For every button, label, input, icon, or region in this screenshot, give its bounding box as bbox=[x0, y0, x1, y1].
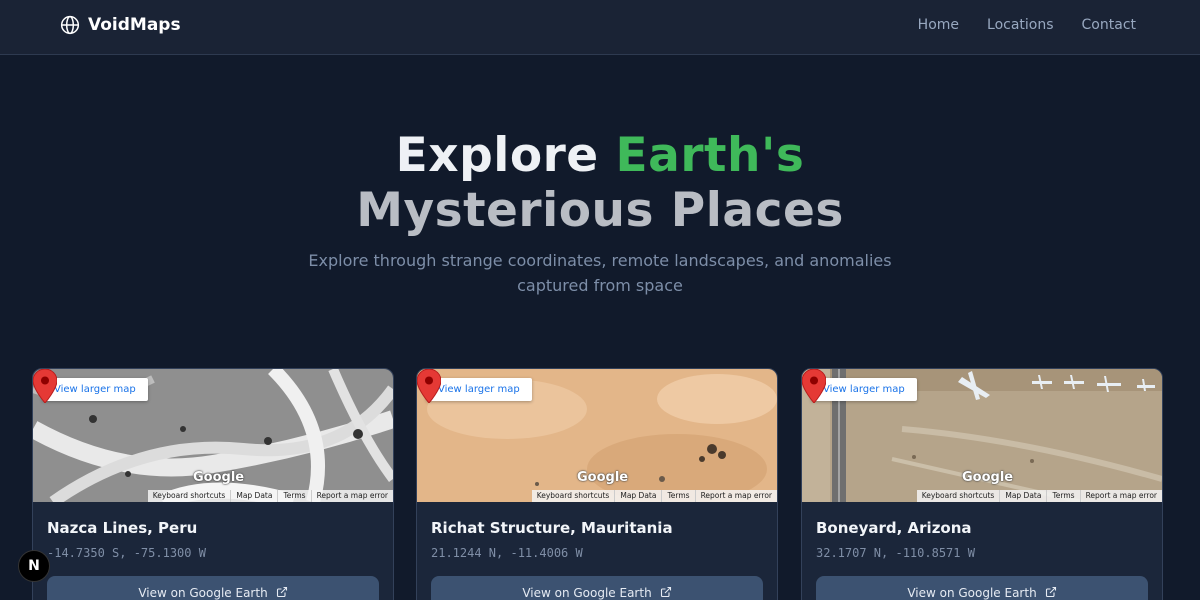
external-link-icon bbox=[660, 586, 671, 598]
external-link-icon bbox=[276, 586, 287, 598]
map-embed[interactable]: View larger map Google Keyboard shortcut… bbox=[417, 369, 777, 502]
button-label: View on Google Earth bbox=[522, 586, 652, 600]
view-on-google-earth-button[interactable]: View on Google Earth bbox=[816, 576, 1148, 600]
view-larger-map-button[interactable]: View larger map bbox=[42, 378, 148, 401]
top-navbar: VoidMaps Home Locations Contact bbox=[0, 0, 1200, 55]
map-pin-icon bbox=[802, 369, 826, 403]
map-attribution: Keyboard shortcuts Map Data Terms Report… bbox=[531, 490, 777, 502]
terms-link[interactable]: Terms bbox=[661, 490, 694, 502]
dev-tools-badge[interactable]: N bbox=[18, 550, 50, 582]
external-link-icon bbox=[1045, 586, 1056, 598]
button-label: View on Google Earth bbox=[138, 586, 268, 600]
map-pin-icon bbox=[417, 369, 441, 403]
map-pin-icon bbox=[33, 369, 57, 403]
hero-title-part1: Explore bbox=[395, 128, 616, 183]
globe-icon bbox=[60, 15, 80, 35]
hero-title-line2: Mysterious Places bbox=[356, 183, 844, 238]
hero-title-accent: Earth's bbox=[615, 128, 805, 183]
card-coordinates: -14.7350 S, -75.1300 W bbox=[47, 546, 206, 560]
brand[interactable]: VoidMaps bbox=[60, 15, 181, 35]
nav-links: Home Locations Contact bbox=[918, 17, 1136, 33]
keyboard-shortcuts-link[interactable]: Keyboard shortcuts bbox=[917, 490, 1000, 502]
map-attribution: Keyboard shortcuts Map Data Terms Report… bbox=[147, 490, 393, 502]
card-coordinates: 32.1707 N, -110.8571 W bbox=[816, 546, 975, 560]
location-card-richat: View larger map Google Keyboard shortcut… bbox=[416, 368, 778, 600]
card-title: Nazca Lines, Peru bbox=[47, 519, 198, 537]
button-label: View on Google Earth bbox=[907, 586, 1037, 600]
keyboard-shortcuts-link[interactable]: Keyboard shortcuts bbox=[532, 490, 615, 502]
map-data-link[interactable]: Map Data bbox=[999, 490, 1046, 502]
google-logo: Google bbox=[193, 470, 245, 485]
map-attribution: Keyboard shortcuts Map Data Terms Report… bbox=[916, 490, 1162, 502]
nav-link-home[interactable]: Home bbox=[918, 17, 959, 33]
hero-subtitle: Explore through strange coordinates, rem… bbox=[308, 251, 892, 295]
map-embed[interactable]: View larger map Google Keyboard shortcut… bbox=[33, 369, 393, 502]
map-data-link[interactable]: Map Data bbox=[230, 490, 277, 502]
view-larger-map-button[interactable]: View larger map bbox=[811, 378, 917, 401]
hero-title: Explore Earth's Mysterious Places bbox=[0, 128, 1200, 238]
keyboard-shortcuts-link[interactable]: Keyboard shortcuts bbox=[148, 490, 231, 502]
nav-link-locations[interactable]: Locations bbox=[987, 17, 1054, 33]
view-on-google-earth-button[interactable]: View on Google Earth bbox=[431, 576, 763, 600]
map-embed[interactable]: View larger map Google Keyboard shortcut… bbox=[802, 369, 1162, 502]
report-map-error-link[interactable]: Report a map error bbox=[310, 490, 393, 502]
card-title: Richat Structure, Mauritania bbox=[431, 519, 673, 537]
location-card-nazca: View larger map Google Keyboard shortcut… bbox=[32, 368, 394, 600]
terms-link[interactable]: Terms bbox=[1046, 490, 1079, 502]
card-coordinates: 21.1244 N, -11.4006 W bbox=[431, 546, 583, 560]
report-map-error-link[interactable]: Report a map error bbox=[1079, 490, 1162, 502]
report-map-error-link[interactable]: Report a map error bbox=[694, 490, 777, 502]
card-title: Boneyard, Arizona bbox=[816, 519, 972, 537]
view-on-google-earth-button[interactable]: View on Google Earth bbox=[47, 576, 379, 600]
terms-link[interactable]: Terms bbox=[277, 490, 310, 502]
location-card-boneyard: View larger map Google Keyboard shortcut… bbox=[801, 368, 1163, 600]
google-logo: Google bbox=[577, 470, 629, 485]
google-logo: Google bbox=[962, 470, 1014, 485]
view-larger-map-button[interactable]: View larger map bbox=[426, 378, 532, 401]
map-data-link[interactable]: Map Data bbox=[614, 490, 661, 502]
nav-link-contact[interactable]: Contact bbox=[1082, 17, 1136, 33]
brand-name: VoidMaps bbox=[88, 15, 181, 35]
